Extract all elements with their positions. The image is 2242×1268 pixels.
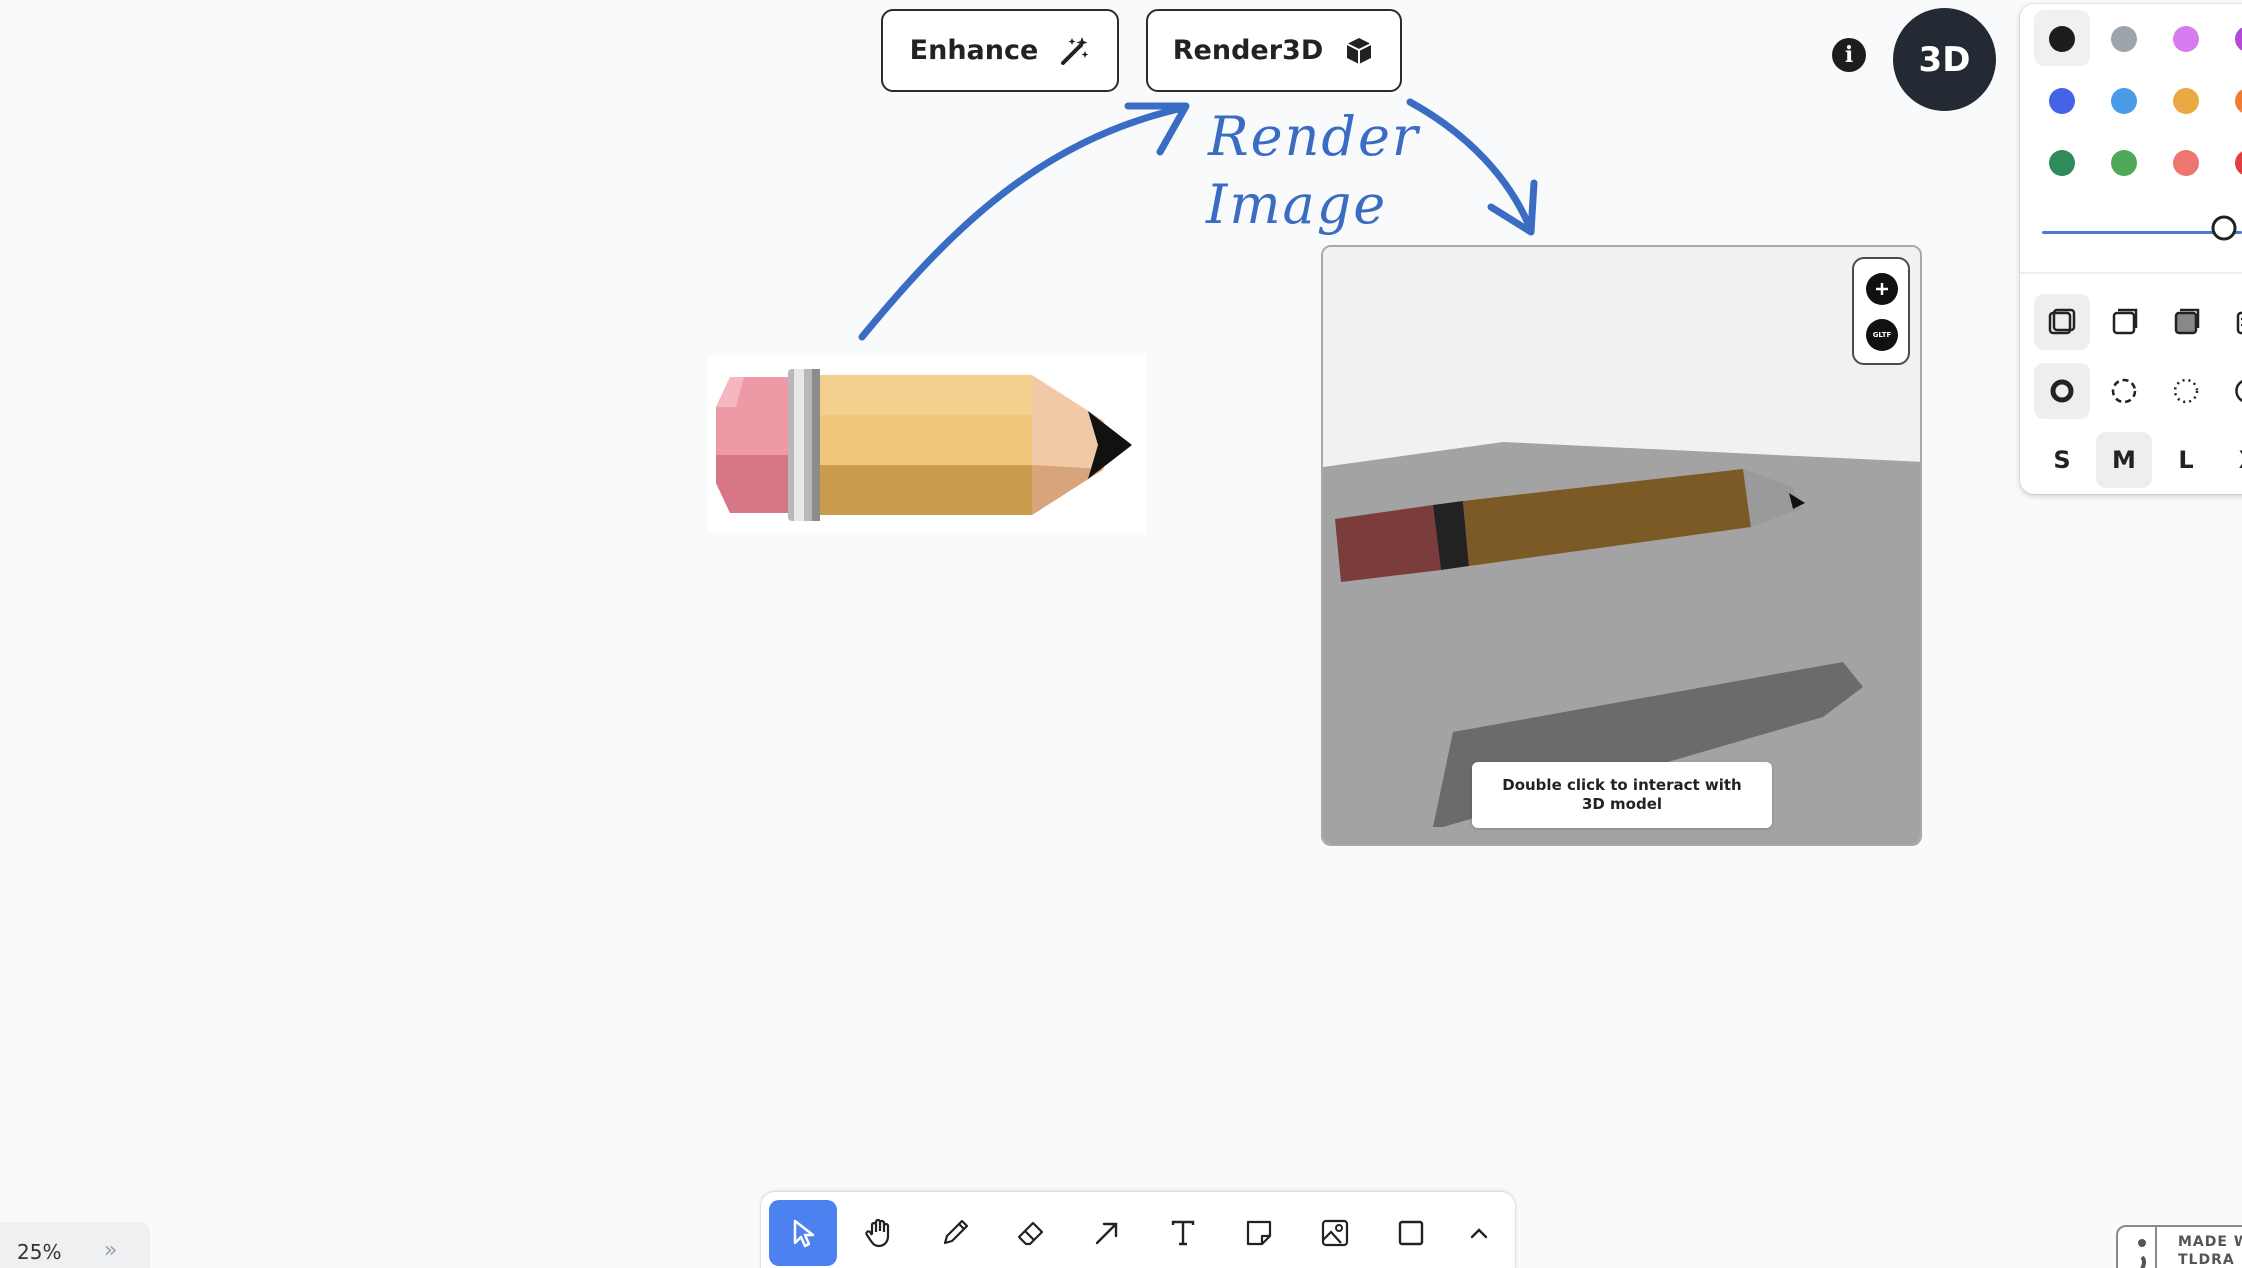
info-icon[interactable]: i <box>1832 38 1866 72</box>
size-label-l: L <box>2178 446 2194 474</box>
dash-dotted-option[interactable] <box>2158 363 2214 419</box>
size-option-m[interactable]: M <box>2096 432 2152 488</box>
made-with-line2: TLDRA <box>2178 1252 2235 1268</box>
dash-dashed-icon <box>2111 378 2137 404</box>
text-tool-button[interactable] <box>1149 1200 1217 1266</box>
plus-icon[interactable] <box>1866 273 1898 305</box>
size-option-s[interactable]: S <box>2034 432 2090 488</box>
rectangle-icon <box>1398 1220 1424 1246</box>
opacity-slider-thumb[interactable] <box>2210 214 2238 242</box>
3d-preview-card[interactable] <box>1321 245 1922 846</box>
dash-dashed-option[interactable] <box>2096 363 2152 419</box>
color-swatch[interactable] <box>2235 88 2242 114</box>
note-tool-button[interactable] <box>1225 1200 1293 1266</box>
text-icon <box>1171 1220 1195 1246</box>
color-swatch[interactable] <box>2235 26 2242 52</box>
annotation-text-render: Render <box>1208 105 1420 168</box>
tldraw-logo-icon <box>2138 1227 2157 1268</box>
dash-solid-icon <box>2050 379 2074 403</box>
dash-draw-option[interactable] <box>2220 363 2242 419</box>
interact-hint-text: Double click to interact with 3D model <box>1502 776 1742 813</box>
color-swatch[interactable] <box>2111 26 2137 52</box>
more-tools-button[interactable] <box>1445 1200 1513 1266</box>
color-swatch[interactable] <box>2173 150 2199 176</box>
annotation-text-image: Image <box>1206 173 1388 236</box>
3d-preview-controls: GLTF <box>1852 257 1910 365</box>
chevron-up-icon <box>1470 1228 1488 1239</box>
fill-solid-option[interactable] <box>2158 294 2214 350</box>
dash-solid-option[interactable] <box>2034 363 2090 419</box>
pencil-icon <box>943 1219 969 1245</box>
color-swatch[interactable] <box>2173 26 2199 52</box>
expand-menu-icon[interactable]: » <box>104 1238 117 1263</box>
bottom-toolbar <box>761 1192 1515 1268</box>
made-with-line1: MADE W <box>2178 1234 2242 1250</box>
eraser-tool-button[interactable] <box>997 1200 1065 1266</box>
cursor-icon <box>793 1219 815 1248</box>
fill-none-option[interactable] <box>2034 294 2090 350</box>
color-swatch[interactable] <box>2049 26 2075 52</box>
made-with-tldraw-badge[interactable]: MADE W TLDRA <box>2116 1225 2242 1268</box>
arrow-tool-button[interactable] <box>1073 1200 1141 1266</box>
draw-tool-button[interactable] <box>921 1200 989 1266</box>
dash-draw-icon <box>2235 380 2242 402</box>
3d-scene <box>1323 247 1920 844</box>
export-gltf-label: GLTF <box>1872 331 1892 339</box>
fill-semi-option[interactable] <box>2096 294 2152 350</box>
fill-semi-icon <box>2112 308 2138 335</box>
dash-dotted-icon <box>2173 378 2199 404</box>
size-label-s: S <box>2053 446 2071 474</box>
hand-tool-button[interactable] <box>845 1200 913 1266</box>
interact-hint: Double click to interact with 3D model <box>1472 762 1772 828</box>
color-swatch[interactable] <box>2111 150 2137 176</box>
panel-divider <box>2020 272 2242 274</box>
curved-arrow-right <box>1406 98 1534 232</box>
curved-arrow-left <box>858 104 1187 341</box>
color-swatch[interactable] <box>2049 88 2075 114</box>
color-swatch[interactable] <box>2235 150 2242 176</box>
size-option-x[interactable]: X <box>2220 432 2242 488</box>
fill-solid-icon <box>2174 308 2200 335</box>
zoom-level[interactable]: 25% <box>17 1240 61 1264</box>
style-panel: S M L X <box>2020 4 2242 494</box>
mode-3d-label: 3D <box>1918 39 1971 80</box>
fill-pattern-icon <box>2236 311 2242 335</box>
export-gltf-button[interactable]: GLTF <box>1866 319 1898 351</box>
rectangle-tool-button[interactable] <box>1377 1200 1445 1266</box>
size-label-m: M <box>2112 446 2136 474</box>
sticky-note-icon <box>1246 1220 1272 1246</box>
arrow-icon <box>1095 1222 1118 1245</box>
mode-3d-button[interactable]: 3D <box>1893 8 1996 111</box>
color-swatch[interactable] <box>2173 88 2199 114</box>
image-icon <box>1321 1219 1349 1247</box>
color-swatch[interactable] <box>2111 88 2137 114</box>
fill-pattern-option[interactable] <box>2220 294 2242 350</box>
select-tool-button[interactable] <box>769 1200 837 1266</box>
fill-none-icon <box>2048 308 2076 335</box>
pencil-image[interactable] <box>708 355 1146 533</box>
eraser-icon <box>1017 1221 1044 1246</box>
color-swatch[interactable] <box>2049 150 2075 176</box>
size-option-l[interactable]: L <box>2158 432 2214 488</box>
pencil-illustration <box>716 369 1132 521</box>
hand-icon <box>865 1218 890 1248</box>
image-tool-button[interactable] <box>1301 1200 1369 1266</box>
